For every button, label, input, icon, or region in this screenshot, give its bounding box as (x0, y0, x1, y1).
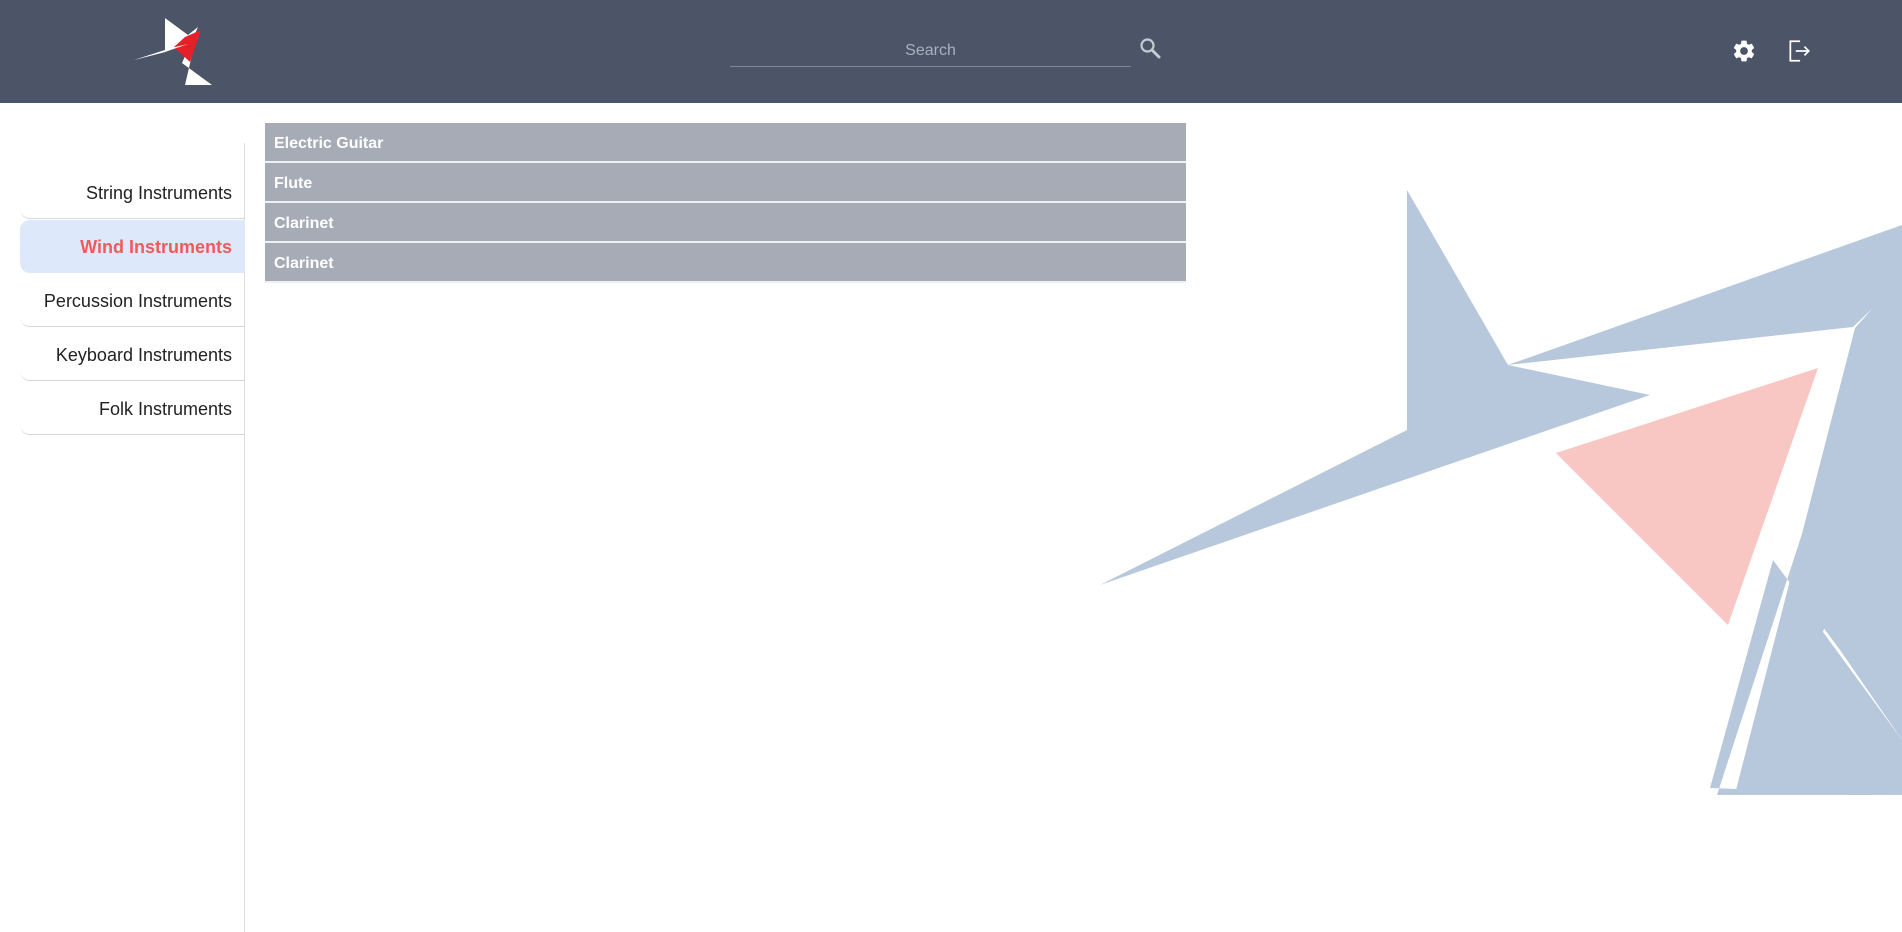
search-input[interactable] (730, 38, 1131, 64)
sidebar-item-wind-instruments[interactable]: Wind Instruments (20, 220, 245, 273)
category-sidebar: String Instruments Wind Instruments Perc… (20, 166, 245, 436)
list-item[interactable]: Electric Guitar (265, 123, 1186, 163)
search-icon[interactable] (1138, 36, 1162, 60)
gear-icon[interactable] (1731, 38, 1757, 64)
top-bar (0, 0, 1902, 103)
background-logo-graphic (1100, 190, 1902, 795)
sidebar-item-folk-instruments[interactable]: Folk Instruments (20, 382, 245, 435)
sidebar-item-keyboard-instruments[interactable]: Keyboard Instruments (20, 328, 245, 381)
list-item[interactable]: Clarinet (265, 243, 1186, 283)
search-field (730, 38, 1131, 67)
app-logo[interactable] (128, 15, 234, 87)
instrument-list: Electric Guitar Flute Clarinet Clarinet (265, 123, 1186, 283)
logout-icon[interactable] (1786, 38, 1812, 64)
list-item[interactable]: Flute (265, 163, 1186, 203)
sidebar-item-string-instruments[interactable]: String Instruments (20, 166, 245, 219)
sidebar-item-percussion-instruments[interactable]: Percussion Instruments (20, 274, 245, 327)
list-item[interactable]: Clarinet (265, 203, 1186, 243)
